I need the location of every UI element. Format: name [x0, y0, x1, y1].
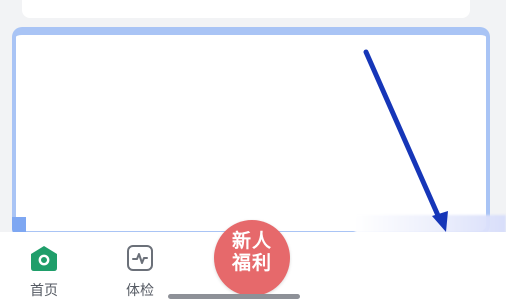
promo-line-1: 新人: [231, 230, 272, 252]
new-user-benefit-button[interactable]: 新人 福利: [214, 220, 290, 296]
tab-checkup-label: 体检: [126, 283, 154, 299]
tab-home-label: 首页: [30, 283, 58, 299]
checkup-icon: [125, 244, 155, 272]
home-icon: [29, 244, 59, 272]
screen: 首页 体检 新人 福利: [0, 0, 506, 305]
top-card: [22, 0, 470, 18]
tab-checkup[interactable]: 体检: [120, 244, 160, 300]
promo-line-2: 福利: [231, 252, 272, 274]
tab-home[interactable]: 首页: [24, 244, 64, 300]
home-indicator[interactable]: [168, 294, 300, 299]
content-card: [12, 27, 490, 235]
